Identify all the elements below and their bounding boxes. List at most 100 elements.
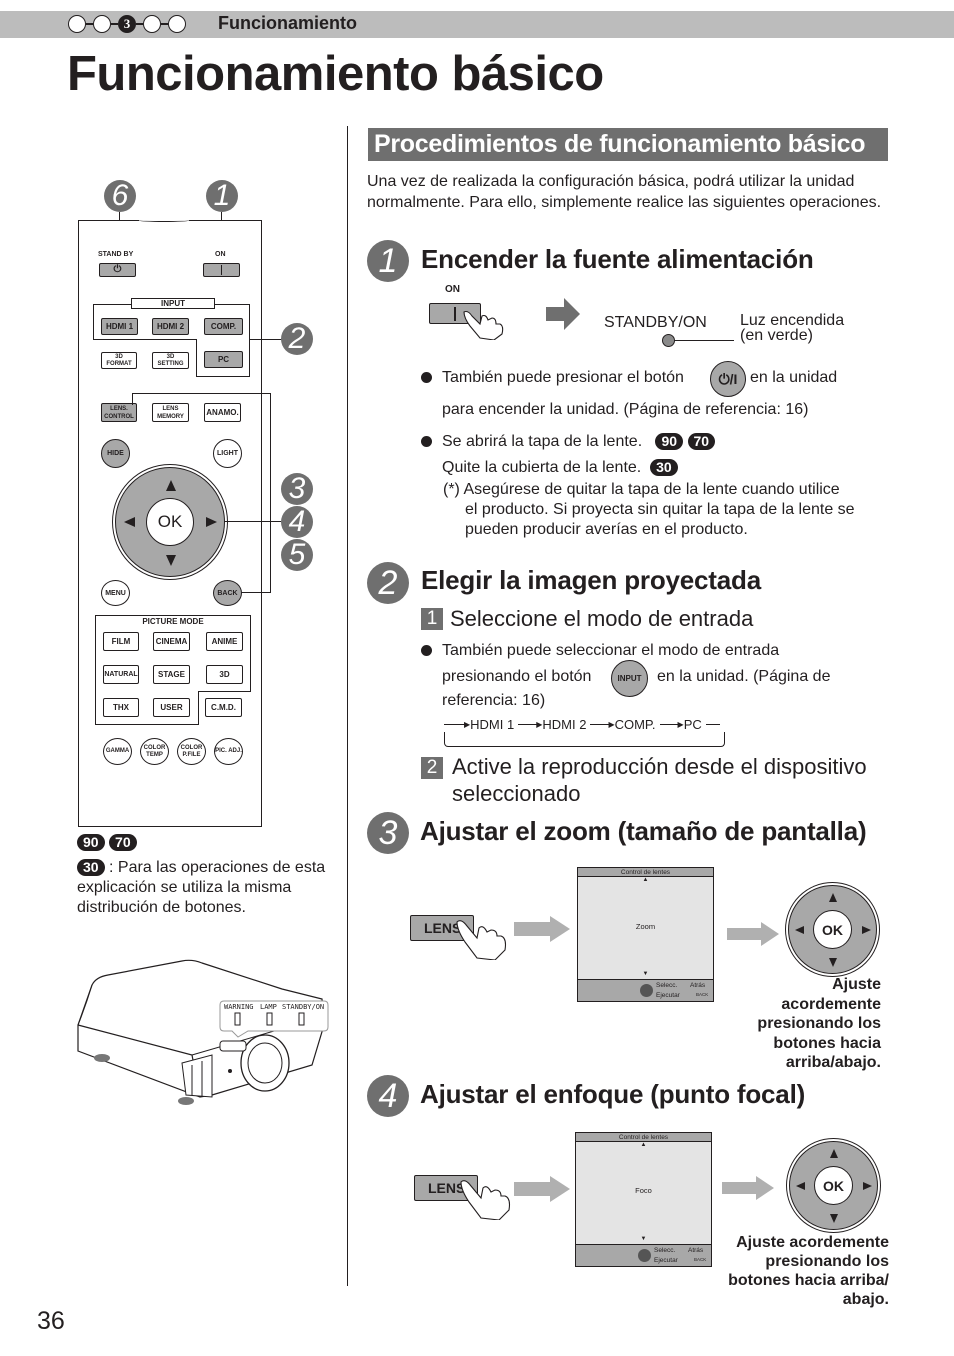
on-label: ON bbox=[445, 284, 460, 295]
hdmi2-button[interactable]: HDMI 2 bbox=[152, 318, 189, 335]
chapter-step-2 bbox=[93, 15, 111, 33]
callout-3: 3 bbox=[281, 472, 313, 505]
back-button[interactable]: BACK bbox=[213, 580, 242, 606]
osd-header: Control de lentes bbox=[576, 1133, 711, 1142]
osd-item-label: Zoom bbox=[635, 922, 656, 931]
mode-thx-button[interactable]: THX bbox=[103, 698, 139, 717]
model-badge-30: 30 bbox=[650, 459, 678, 476]
lens-control-button[interactable]: LENS. CONTROL bbox=[101, 403, 137, 422]
osd-lens-control-zoom: Control de lentes ▲ Zoom ▼ Selecc. Ejecu… bbox=[577, 867, 714, 1002]
model-badges: 90 70 bbox=[77, 834, 137, 852]
right-arrow-icon[interactable] bbox=[206, 517, 217, 527]
mode-film-button[interactable]: FILM bbox=[103, 632, 139, 651]
mode-stage-button[interactable]: STAGE bbox=[153, 665, 190, 684]
dpad[interactable]: OK bbox=[115, 467, 225, 577]
intro-text: Una vez de realizada la configuración bá… bbox=[367, 173, 882, 211]
callout-2: 2 bbox=[281, 322, 313, 355]
mode-cmd-button[interactable]: C.M.D. bbox=[205, 698, 242, 717]
step-3-number: 3 bbox=[367, 812, 409, 854]
step-4-title: Ajustar el enfoque (punto focal) bbox=[420, 1079, 806, 1109]
remote-control: STAND BY ⏻ ON INPUT HDMI 1 HDMI 2 COMP. … bbox=[78, 219, 262, 827]
input-cycle: ▶ HDMI 1 ▶ HDMI 2 ▶ COMP. ▶ PC bbox=[444, 716, 726, 732]
step-1-bullet-1-b: en la unidad bbox=[750, 369, 838, 386]
pic-adj-button[interactable]: PIC. ADJ. bbox=[214, 738, 243, 765]
pc-button[interactable]: PC bbox=[204, 351, 243, 368]
up-arrow-icon[interactable] bbox=[166, 480, 176, 491]
section-banner: Procedimientos de funcionamiento básico bbox=[368, 128, 888, 161]
hdmi1-button[interactable]: HDMI 1 bbox=[101, 318, 138, 335]
mode-user-button[interactable]: USER bbox=[153, 698, 190, 717]
gray-arrow-icon bbox=[727, 922, 779, 946]
sub-step-2-title: Active la reproducción desde el disposit… bbox=[452, 754, 867, 806]
remote-note: 30 : Para las operaciones de esta explic… bbox=[77, 859, 326, 916]
hide-button[interactable]: HIDE bbox=[101, 439, 130, 468]
indicator-status: Luz encendida (en verde) bbox=[740, 312, 845, 344]
step-2-title: Elegir la imagen proyectada bbox=[421, 565, 761, 595]
chapter-step-5 bbox=[168, 15, 186, 33]
left-arrow-icon[interactable] bbox=[124, 517, 135, 527]
step-4-number: 4 bbox=[367, 1075, 409, 1117]
gray-arrow-icon bbox=[514, 916, 570, 942]
callout-1: 1 bbox=[206, 179, 238, 212]
projector-illustration: WARNING LAMP STANDBY/ON bbox=[77, 959, 329, 1105]
section-label: Funcionamiento bbox=[218, 13, 357, 33]
on-label: ON bbox=[215, 251, 226, 258]
menu-button[interactable]: MENU bbox=[101, 580, 130, 606]
mode-anime-button[interactable]: ANIME bbox=[206, 632, 243, 651]
osd-footer: Selecc. Ejecutar Atrás BACK bbox=[578, 979, 713, 1001]
color-temp-button[interactable]: COLOR TEMP bbox=[140, 738, 169, 765]
standby-button[interactable]: ⏻ bbox=[99, 263, 136, 277]
input-label: INPUT bbox=[131, 298, 215, 309]
step-1-bullet-2-b: Quite la cubierta de la lente. 30 bbox=[442, 458, 678, 478]
3d-setting-button[interactable]: 3D SETTING bbox=[152, 352, 189, 369]
mode-natural-button[interactable]: NATURAL bbox=[103, 665, 139, 684]
gray-arrow-icon bbox=[722, 1176, 774, 1200]
callout-6: 6 bbox=[104, 179, 136, 212]
chapter-progress: 3 bbox=[68, 14, 186, 34]
osd-lens-control-focus: Control de lentes ▲ Foco ▼ Selecc. Ejecu… bbox=[575, 1132, 712, 1267]
light-button[interactable]: LIGHT bbox=[213, 439, 242, 468]
anamo-button[interactable]: ANAMO. bbox=[204, 403, 241, 422]
page-title: Funcionamiento básico bbox=[67, 47, 604, 101]
cycle-comp: COMP. bbox=[614, 716, 656, 732]
column-divider bbox=[347, 126, 348, 1286]
color-pfile-button[interactable]: COLOR P.FILE bbox=[177, 738, 206, 765]
lens-memory-button[interactable]: LENS MEMORY bbox=[152, 403, 189, 422]
step-1-title: Encender la fuente alimentación bbox=[421, 244, 814, 274]
step-2-bullet-c: en la unidad. (Página de bbox=[657, 668, 831, 685]
ok-button[interactable]: OK bbox=[146, 498, 194, 546]
lamp-led-icon bbox=[266, 1012, 273, 1026]
step-1-bullet-1-c: para encender la unidad. (Página de refe… bbox=[442, 401, 809, 418]
gray-arrow-icon bbox=[514, 1176, 570, 1202]
chapter-step-3-active: 3 bbox=[118, 15, 136, 33]
osd-item-label: Foco bbox=[635, 1186, 652, 1195]
gray-arrow-icon bbox=[546, 298, 580, 330]
step-2-number: 2 bbox=[367, 562, 409, 604]
osd-header: Control de lentes bbox=[578, 868, 713, 877]
3d-format-button[interactable]: 3D FORMAT bbox=[101, 352, 137, 369]
lens-cap-note: (*) Asegúrese de quitar la tapa de la le… bbox=[443, 481, 855, 538]
step-3-title: Ajustar el zoom (tamaño de pantalla) bbox=[420, 816, 867, 846]
comp-button[interactable]: COMP. bbox=[204, 318, 243, 335]
unit-power-button-icon: ⏻/I bbox=[710, 361, 746, 397]
hand-pointer-icon bbox=[456, 920, 507, 960]
sub-step-1-number: 1 bbox=[421, 608, 443, 630]
hand-pointer-icon bbox=[460, 1180, 511, 1220]
step-2-bullet-b: presionando el botón bbox=[442, 668, 592, 685]
on-button[interactable] bbox=[203, 263, 240, 277]
indicator-lamp-label: LAMP bbox=[260, 1003, 277, 1011]
down-arrow-icon[interactable] bbox=[166, 555, 176, 566]
page-number: 36 bbox=[37, 1307, 65, 1335]
mode-cinema-button[interactable]: CINEMA bbox=[153, 632, 190, 651]
gamma-button[interactable]: GAMMA bbox=[103, 738, 132, 765]
step-2-bullet-a: También puede seleccionar el modo de ent… bbox=[442, 642, 780, 659]
step-3-caption: Ajuste acordemente presionando los boton… bbox=[757, 976, 881, 1071]
standby-indicator-label: STANDBY/ON bbox=[604, 314, 707, 331]
model-badge-30: 30 bbox=[77, 859, 105, 876]
mode-3d-button[interactable]: 3D bbox=[206, 665, 243, 684]
callout-4: 4 bbox=[281, 505, 313, 538]
osd-dpad-icon bbox=[638, 1249, 651, 1262]
step-2-bullet-d: referencia: 16) bbox=[442, 692, 546, 709]
model-badge-70: 70 bbox=[687, 433, 716, 450]
model-badge-70: 70 bbox=[109, 834, 137, 851]
